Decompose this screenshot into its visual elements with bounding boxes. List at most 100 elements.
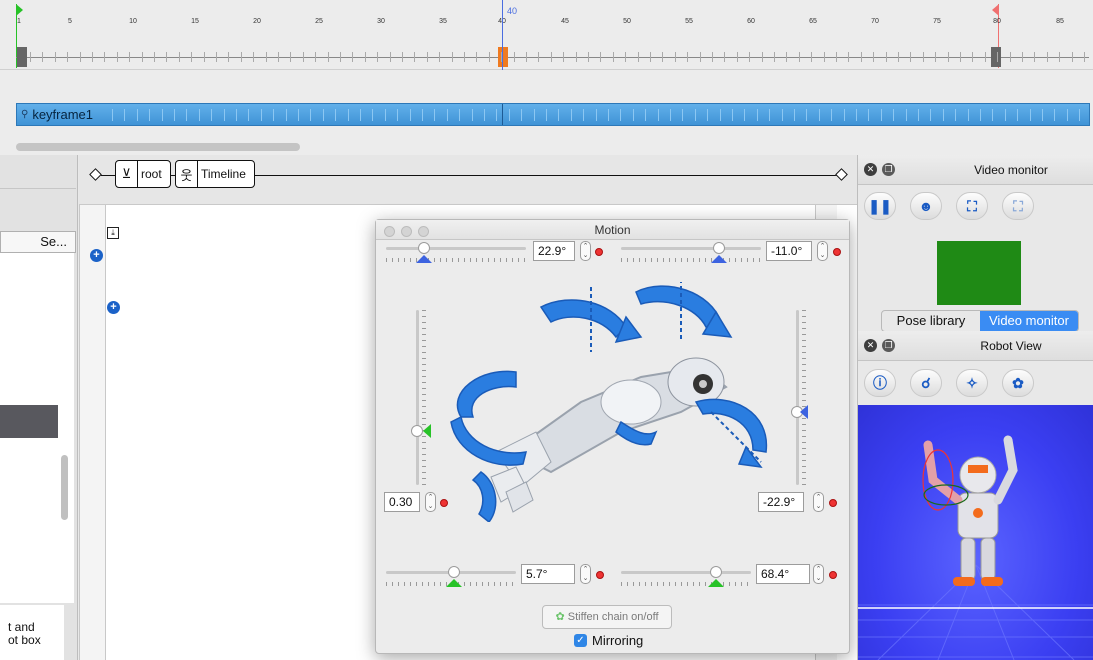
tick-label: 5 [68, 18, 72, 25]
face-learning-icon: ☻ [918, 198, 934, 214]
right-dock: ✕ ❐ Video monitor ❚❚ ☻ ⛶ ⛶ Pose library … [857, 155, 1093, 660]
panel-tab-switcher[interactable]: Pose library Video monitor [881, 310, 1079, 332]
slider-knob[interactable] [713, 242, 725, 254]
search-button[interactable]: Se... [0, 231, 76, 253]
video-monitor-titlebar: ✕ ❐ Video monitor [858, 155, 1093, 185]
ruler-minor-tick [426, 52, 428, 62]
slider-knob[interactable] [710, 566, 722, 578]
shoulder-roll-slider[interactable] [621, 242, 761, 264]
ruler-minor-tick [674, 52, 676, 62]
tick-label: 1 [17, 18, 21, 25]
ruler-minor-tick [984, 52, 986, 62]
stepper[interactable]: ⌃ ⌄ [425, 492, 436, 512]
selected-list-item[interactable] [0, 405, 58, 438]
video-feed [937, 241, 1021, 305]
robot-settings-button[interactable]: ✿ [1002, 369, 1034, 397]
slider-ticks [422, 310, 426, 485]
checkbox-checked-icon[interactable]: ✓ [574, 634, 587, 647]
minimize-window-button[interactable] [401, 226, 412, 237]
timeline-ruler[interactable]: 1 5 10 15 20 25 30 35 40 45 50 55 60 65 … [0, 0, 1093, 70]
top-left-value-field[interactable]: 22.9° [533, 241, 575, 261]
keyframe-tick [583, 109, 585, 121]
stiffness-indicator-icon[interactable] [833, 248, 841, 256]
ruler-minor-tick [315, 52, 317, 62]
keyframe-bar[interactable]: ⚲ keyframe1 [16, 103, 1090, 126]
floor-grid [858, 564, 1093, 660]
bottom-left-value-field[interactable]: 5.7° [521, 564, 575, 584]
tab-pose-library[interactable]: Pose library [882, 311, 980, 331]
keyframe-tick [645, 109, 647, 121]
wrist-yaw-slider[interactable] [386, 566, 516, 588]
stiffness-indicator-icon[interactable] [596, 571, 604, 579]
tab-video-monitor[interactable]: Video monitor [980, 311, 1078, 331]
current-keyframe-marker[interactable] [498, 47, 508, 67]
ruler-minor-tick [216, 52, 217, 62]
close-window-button[interactable] [384, 226, 395, 237]
keyframe-tick [558, 109, 560, 121]
float-panel-icon[interactable]: ❐ [882, 163, 895, 176]
info-icon: ⓘ [873, 375, 887, 391]
elbow-yaw-slider[interactable] [621, 566, 751, 588]
input-port-icon[interactable]: ⤓ [107, 227, 119, 239]
keyframe-marker[interactable] [17, 47, 27, 67]
stiffness-indicator-icon[interactable] [829, 499, 837, 507]
add-input-icon[interactable]: + [107, 301, 120, 314]
keyframe-tick [1004, 109, 1006, 121]
robot-arm-graphic[interactable] [441, 282, 781, 522]
elbow-roll-slider[interactable] [786, 310, 810, 485]
start-flag-icon[interactable] [16, 4, 23, 16]
slider-track [621, 247, 761, 250]
object-learning-button[interactable]: ⛶ [956, 192, 988, 220]
robot-3d-view[interactable] [858, 405, 1093, 660]
robot-info-button[interactable]: ⓘ [864, 369, 896, 397]
slider-knob[interactable] [411, 425, 423, 437]
robot-joints-button[interactable]: ☌ [910, 369, 942, 397]
ruler-minor-tick [860, 52, 862, 62]
breadcrumb-root[interactable]: ⊻ root [115, 160, 171, 188]
motion-dialog[interactable]: Motion 22.9° ⌃ ⌄ -11.0° ⌃ ⌄ 0.30 ⌃ ⌄ -22.9°… [375, 219, 850, 654]
close-panel-icon[interactable]: ✕ [864, 339, 877, 352]
stepper[interactable]: ⌃ ⌄ [580, 564, 591, 584]
stiffen-chain-button[interactable]: ✿ Stiffen chain on/off [542, 605, 672, 629]
stepper[interactable]: ⌃ ⌄ [813, 492, 824, 512]
keyframe-marker[interactable] [991, 47, 1001, 67]
stepper[interactable]: ⌃ ⌄ [817, 241, 828, 261]
keyframe-tick [732, 109, 733, 121]
zoom-window-button[interactable] [418, 226, 429, 237]
shoulder-pitch-slider[interactable] [386, 242, 526, 264]
ruler-minor-tick [947, 52, 949, 62]
hand-open-slider[interactable] [406, 310, 431, 485]
left-panel: Se... t and ot box [0, 155, 78, 660]
stiffness-indicator-icon[interactable] [829, 571, 837, 579]
add-input-icon[interactable]: + [90, 249, 103, 262]
slider-knob[interactable] [418, 242, 430, 254]
stepper[interactable]: ⌃ ⌄ [580, 241, 591, 261]
breadcrumb-timeline[interactable]: 웃 Timeline [175, 160, 255, 188]
keyframe-tick [273, 109, 275, 121]
float-panel-icon[interactable]: ❐ [882, 339, 895, 352]
pause-icon: ❚❚ [868, 197, 892, 214]
ruler-minor-tick [935, 52, 937, 62]
bottom-right-value-field[interactable]: 68.4° [756, 564, 810, 584]
flow-input-column: + + ⤓ [80, 205, 120, 660]
keyframe-icon: ⚲ [21, 109, 29, 120]
record-video-button[interactable]: ⛶ [1002, 192, 1034, 220]
ruler-minor-tick [811, 52, 813, 62]
left-value-field[interactable]: 0.30 [384, 492, 420, 512]
ruler-minor-tick [402, 52, 403, 62]
slider-pointer-icon [423, 424, 431, 438]
stiffness-indicator-icon[interactable] [595, 248, 603, 256]
ruler-minor-tick [129, 52, 131, 62]
slider-knob[interactable] [448, 566, 460, 578]
top-right-value-field[interactable]: -11.0° [766, 241, 812, 261]
tick-label: 15 [191, 18, 199, 25]
horizontal-scrollbar[interactable] [16, 143, 300, 151]
stepper[interactable]: ⌃ ⌄ [813, 564, 824, 584]
robot-sensors-button[interactable]: ✧ [956, 369, 988, 397]
vertical-scrollbar[interactable] [61, 455, 68, 520]
pause-video-button[interactable]: ❚❚ [864, 192, 896, 220]
mirroring-checkbox[interactable]: ✓ Mirroring [574, 633, 643, 648]
root-box-icon: ⊻ [116, 161, 138, 187]
close-panel-icon[interactable]: ✕ [864, 163, 877, 176]
face-learning-button[interactable]: ☻ [910, 192, 942, 220]
